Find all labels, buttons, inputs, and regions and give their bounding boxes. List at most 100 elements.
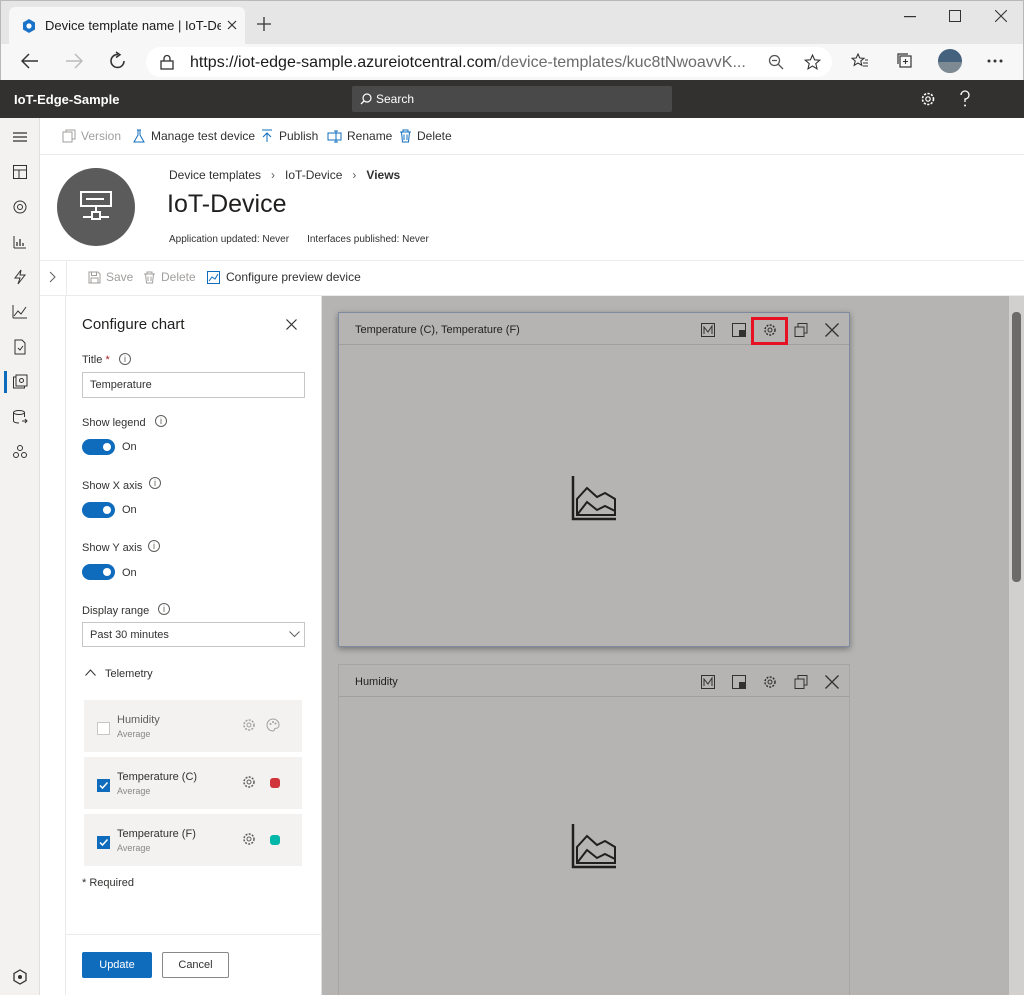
manage-test-device-button[interactable]: Manage test device <box>132 129 255 143</box>
delete-template-button[interactable]: Delete <box>399 129 452 143</box>
minimize-icon[interactable] <box>904 16 916 18</box>
close-window-icon[interactable] <box>995 10 1007 22</box>
chart-tile-temperature[interactable]: Temperature (C), Temperature (F) <box>338 312 850 647</box>
chevron-right-icon: › <box>352 168 357 182</box>
telemetry-name: Temperature (F) <box>117 828 196 840</box>
temperature-c-checkbox[interactable] <box>97 779 110 792</box>
telemetry-settings-gear-icon[interactable] <box>242 718 256 732</box>
forward-icon[interactable] <box>65 53 83 69</box>
panel-title: Configure chart <box>82 316 185 333</box>
chart-tile-humidity[interactable]: Humidity <box>338 664 850 995</box>
profile-avatar[interactable] <box>938 49 962 73</box>
app-name[interactable]: IoT-Edge-Sample <box>14 92 119 107</box>
collections-icon[interactable] <box>896 52 914 70</box>
info-icon[interactable]: i <box>148 540 160 552</box>
temperature-f-checkbox[interactable] <box>97 836 110 849</box>
breadcrumb-device-templates[interactable]: Device templates <box>169 168 261 182</box>
telemetry-settings-gear-icon[interactable] <box>242 775 256 789</box>
help-icon[interactable] <box>959 90 971 108</box>
device-templates-icon[interactable] <box>12 374 28 390</box>
configure-preview-device-button[interactable]: Configure preview device <box>207 270 361 284</box>
cancel-button[interactable]: Cancel <box>162 952 229 978</box>
info-icon[interactable]: i <box>149 477 161 489</box>
show-legend-toggle[interactable] <box>82 439 115 455</box>
change-visualization-icon[interactable] <box>701 675 715 689</box>
dashboard-icon[interactable] <box>12 164 28 180</box>
chevron-up-icon[interactable] <box>85 669 96 676</box>
show-legend-label: Show legend <box>82 417 146 429</box>
info-icon[interactable]: i <box>158 603 170 615</box>
url-host: https://iot-edge-sample.azureiotcentral.… <box>190 54 497 71</box>
close-tile-icon[interactable] <box>825 675 839 689</box>
tile-settings-gear-icon[interactable] <box>763 323 777 337</box>
new-tab-icon[interactable] <box>257 17 271 31</box>
close-tab-icon[interactable] <box>227 20 237 30</box>
administration-icon[interactable] <box>12 444 28 460</box>
color-palette-icon[interactable] <box>266 718 280 732</box>
tile-settings-gear-icon[interactable] <box>763 675 777 689</box>
copy-tile-icon[interactable] <box>794 323 808 337</box>
trash-icon <box>144 271 155 283</box>
chevron-down-icon <box>289 631 300 638</box>
scrollbar-thumb[interactable] <box>1012 312 1021 582</box>
telemetry-name: Humidity <box>117 714 160 726</box>
telemetry-section-label[interactable]: Telemetry <box>105 668 153 680</box>
resize-tile-icon[interactable] <box>732 323 746 337</box>
network-device-icon <box>80 191 112 220</box>
refresh-icon[interactable] <box>108 51 128 71</box>
browser-tab[interactable]: Device template name | IoT-Devi <box>9 7 245 45</box>
series-color-swatch[interactable] <box>270 835 280 845</box>
settings-gear-icon[interactable] <box>920 91 936 107</box>
show-x-axis-toggle[interactable] <box>82 502 115 518</box>
hamburger-menu-icon[interactable] <box>12 129 28 145</box>
save-button[interactable]: Save <box>88 270 133 284</box>
more-options-icon[interactable] <box>987 59 1003 63</box>
resize-tile-icon[interactable] <box>732 675 746 689</box>
favorites-icon[interactable] <box>851 53 869 69</box>
rename-label: Rename <box>347 129 393 143</box>
close-tile-icon[interactable] <box>825 323 839 337</box>
telemetry-settings-gear-icon[interactable] <box>242 832 256 846</box>
publish-button[interactable]: Publish <box>260 129 318 143</box>
rename-button[interactable]: Rename <box>327 129 392 143</box>
title-label-text: Title <box>82 354 103 366</box>
divider <box>66 260 67 296</box>
update-button[interactable]: Update <box>82 952 152 978</box>
humidity-checkbox[interactable] <box>97 722 110 735</box>
title-field-label: Title * <box>82 354 110 366</box>
version-button[interactable]: Version <box>62 129 121 143</box>
zoom-icon[interactable] <box>768 54 784 70</box>
devices-icon[interactable] <box>12 199 28 215</box>
title-input[interactable]: Temperature <box>82 372 305 398</box>
expand-chevron-icon[interactable] <box>47 271 57 283</box>
iot-central-logo-icon[interactable] <box>12 969 28 985</box>
trash-icon <box>400 129 411 143</box>
delete-view-button[interactable]: Delete <box>143 270 196 284</box>
favorite-star-icon[interactable] <box>804 54 821 70</box>
search-box[interactable]: Search <box>352 86 672 112</box>
address-bar[interactable]: https://iot-edge-sample.azureiotcentral.… <box>146 47 832 77</box>
data-export-icon[interactable] <box>12 409 28 425</box>
breadcrumb: Device templates › IoT-Device › Views <box>169 168 400 182</box>
back-icon[interactable] <box>21 53 39 69</box>
checkmark-icon <box>99 781 109 790</box>
display-range-label: Display range <box>82 605 150 617</box>
configure-preview-device-label: Configure preview device <box>226 270 361 284</box>
jobs-icon[interactable] <box>12 339 28 355</box>
info-icon[interactable]: i <box>119 353 131 365</box>
series-color-swatch[interactable] <box>270 778 280 788</box>
maximize-icon[interactable] <box>949 10 961 22</box>
show-y-axis-toggle[interactable] <box>82 564 115 580</box>
url-text: https://iot-edge-sample.azureiotcentral.… <box>190 54 746 72</box>
lock-icon <box>160 54 174 70</box>
device-groups-icon[interactable] <box>12 234 28 250</box>
rules-icon[interactable] <box>12 269 28 285</box>
info-icon[interactable]: i <box>155 415 167 427</box>
close-panel-icon[interactable] <box>286 319 297 330</box>
breadcrumb-iot-device[interactable]: IoT-Device <box>285 168 342 182</box>
change-visualization-icon[interactable] <box>701 323 715 337</box>
telemetry-aggregation: Average <box>117 843 151 853</box>
analytics-icon[interactable] <box>12 304 28 320</box>
copy-tile-icon[interactable] <box>794 675 808 689</box>
display-range-dropdown[interactable]: Past 30 minutes <box>82 622 305 647</box>
